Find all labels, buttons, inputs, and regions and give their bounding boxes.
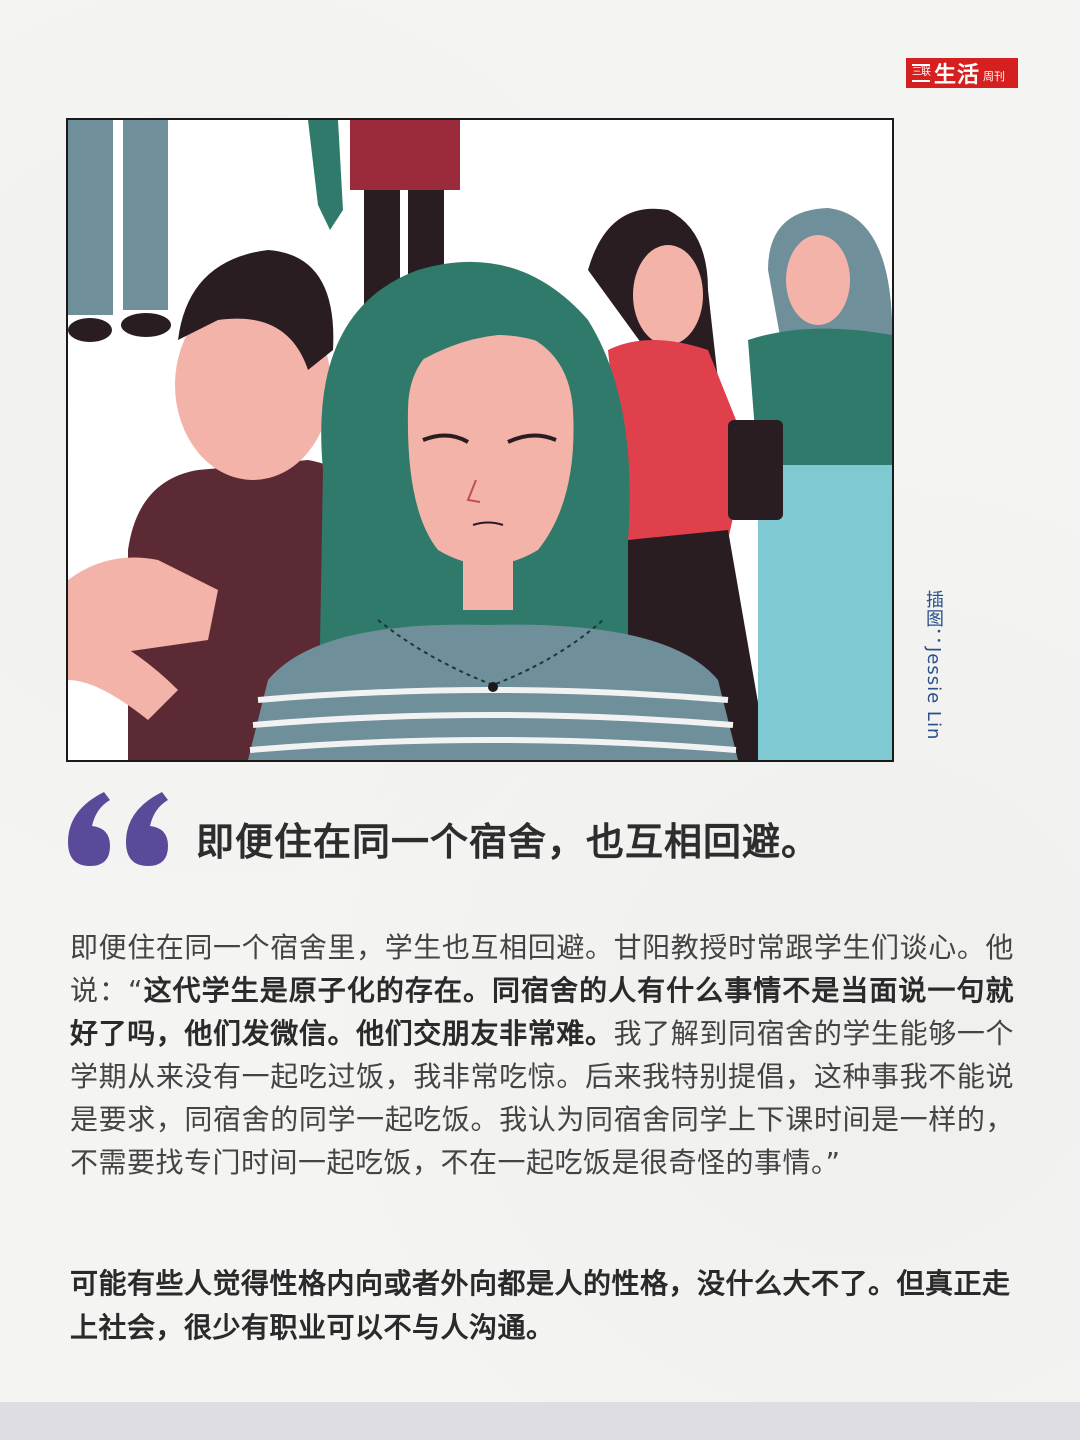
illustration-credit: 插图：Jessie Lin [923, 590, 944, 741]
bottom-band [0, 1402, 1080, 1440]
illustration [66, 118, 894, 762]
brand-logo: 三联 生活 周刊 [906, 58, 1018, 88]
illustration-art [68, 120, 892, 760]
quote-headline: 即便住在同一个宿舍，也互相回避。 [196, 820, 821, 864]
logo-mark: 三联 [912, 64, 931, 82]
body-paragraph-1: 即便住在同一个宿舍里，学生也互相回避。甘阳教授时常跟学生们谈心。他说：“这代学生… [70, 926, 1014, 1184]
logo-sub-text: 周刊 [983, 70, 1006, 83]
body-paragraph-2: 可能有些人觉得性格内向或者外向都是人的性格，没什么大不了。但真正走上社会，很少有… [70, 1267, 1011, 1344]
background-figure-legs [68, 120, 171, 342]
quote-open-icon [68, 792, 168, 866]
logo-main-text: 生活 [934, 62, 981, 88]
